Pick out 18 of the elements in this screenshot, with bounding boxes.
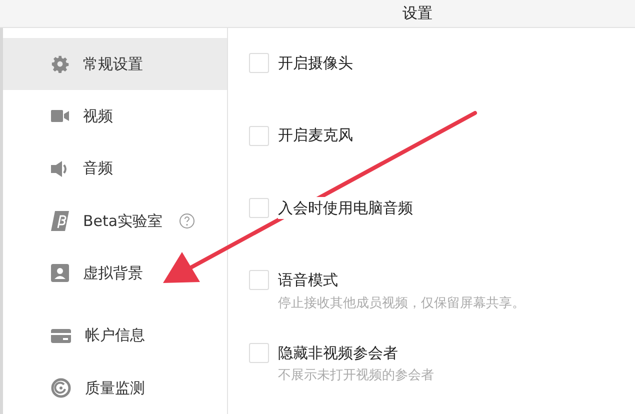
checkbox[interactable] xyxy=(249,342,269,363)
gear-icon xyxy=(51,55,69,74)
speaker-icon xyxy=(51,160,69,177)
checkbox[interactable] xyxy=(249,53,269,74)
card-icon xyxy=(51,328,71,343)
checkbox[interactable] xyxy=(249,126,269,146)
gauge-icon xyxy=(51,378,71,398)
sidebar-item[interactable]: 常规设置 xyxy=(3,38,227,90)
video-camera-icon xyxy=(51,109,69,124)
option-label: 入会时使用电脑音频 xyxy=(278,196,413,220)
window-title: 设置 xyxy=(402,3,432,24)
beta-icon xyxy=(51,210,69,231)
checkbox[interactable] xyxy=(249,198,269,218)
option-description: 不展示未打开视频的参会者 xyxy=(278,367,434,386)
help-icon[interactable] xyxy=(178,212,195,229)
person-icon xyxy=(51,264,69,282)
checkbox[interactable] xyxy=(249,270,269,290)
option-description: 停止接收其他成员视频，仅保留屏幕共享。 xyxy=(278,294,525,313)
